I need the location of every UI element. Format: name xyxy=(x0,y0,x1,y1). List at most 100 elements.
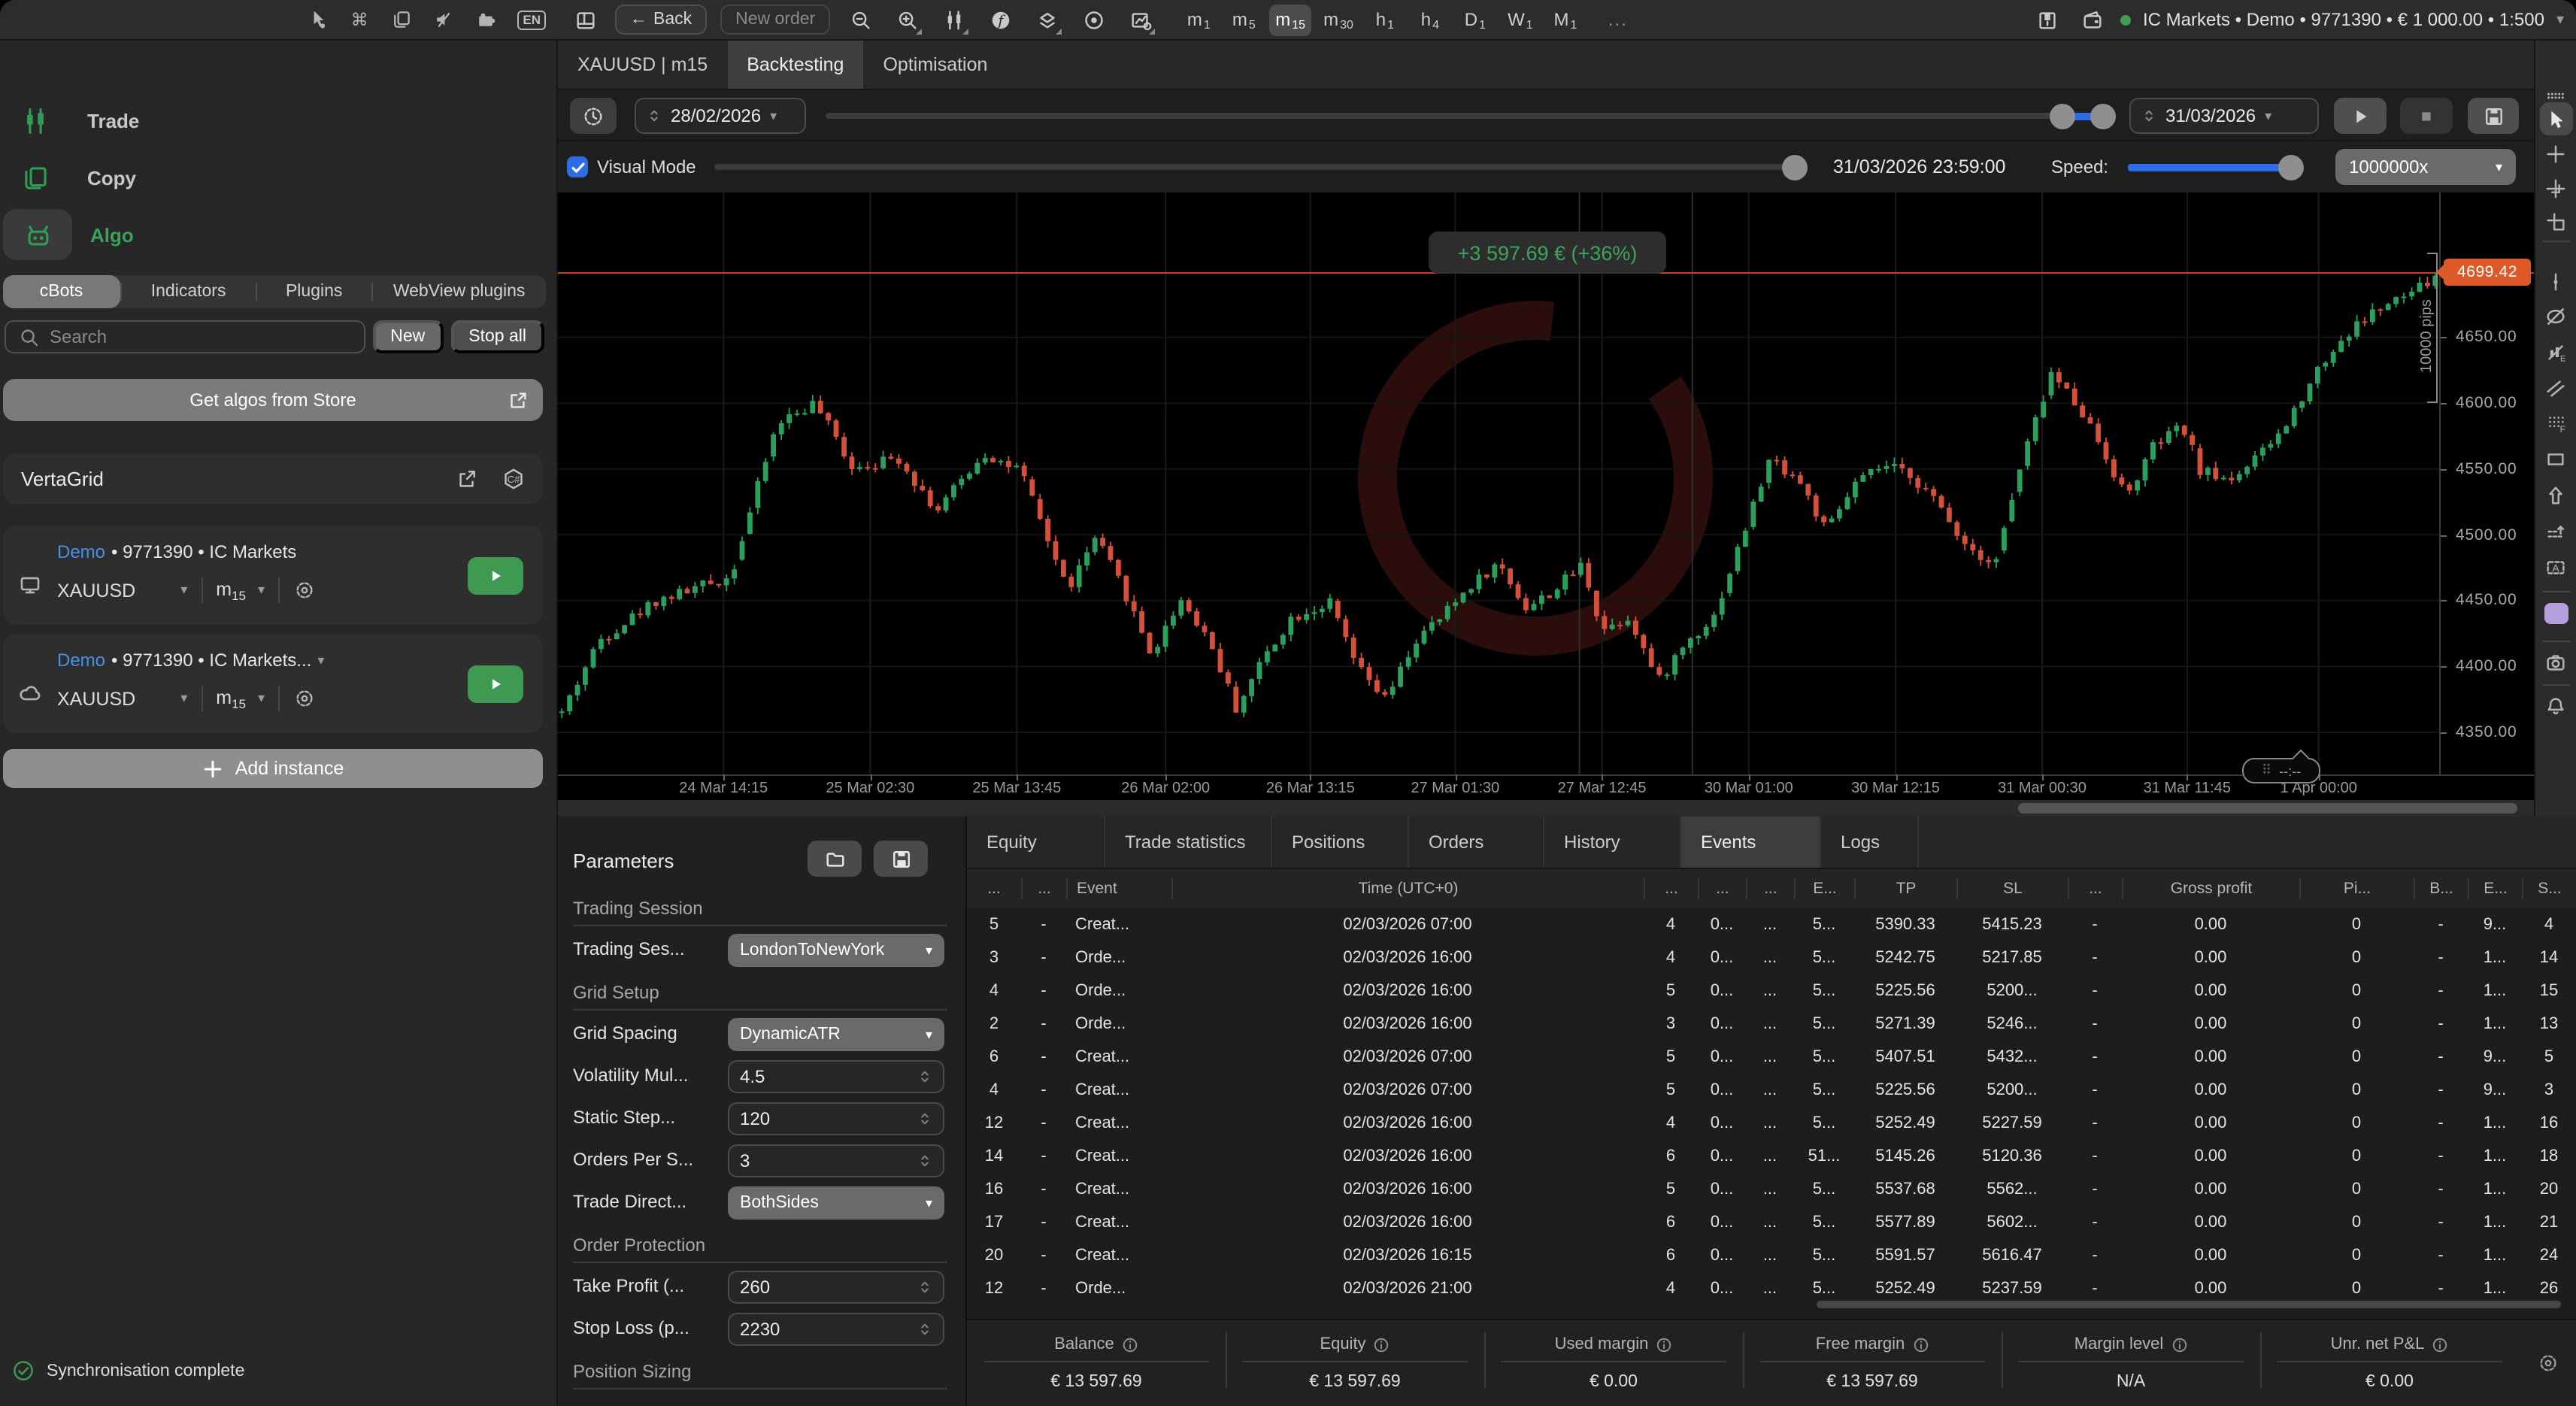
sidebar-item-algo[interactable]: Algo xyxy=(0,209,134,260)
column-header[interactable]: E... xyxy=(2468,878,2522,899)
load-parameters-button[interactable] xyxy=(808,841,862,877)
speed-slider-fill[interactable] xyxy=(2128,163,2298,171)
column-header[interactable]: Event xyxy=(1066,878,1171,899)
table-row[interactable]: 4-Orde...02/03/2026 16:0050......5...522… xyxy=(967,974,2576,1008)
param-input[interactable]: 4.5 xyxy=(728,1060,944,1093)
plugins-menu-button[interactable] xyxy=(475,9,496,30)
back-button[interactable]: ← Back xyxy=(615,5,707,35)
wallet-icon[interactable] xyxy=(2075,4,2108,35)
tab-orders[interactable]: Orders xyxy=(1409,817,1544,868)
instance-card[interactable]: Demo • 9771390 • IC Markets...▾XAUUSD▾m1… xyxy=(3,635,543,732)
chevron-down-icon[interactable]: ▾ xyxy=(317,652,324,668)
new-cbot-button[interactable]: New xyxy=(372,320,443,353)
language-badge[interactable]: EN xyxy=(517,10,546,29)
column-header[interactable]: ... xyxy=(2068,878,2122,899)
alerts-icon[interactable] xyxy=(2539,689,2572,722)
timeframe-m1[interactable]: m1 xyxy=(1179,4,1218,35)
playback-progress-track[interactable] xyxy=(714,164,1805,170)
info-icon[interactable] xyxy=(1374,1336,1390,1353)
chevron-down-icon[interactable]: ▾ xyxy=(258,582,265,598)
get-algos-store-button[interactable]: Get algos from Store xyxy=(3,379,543,421)
camera-icon[interactable] xyxy=(2539,645,2572,678)
table-row[interactable]: 4-Creat...02/03/2026 07:0050......5...52… xyxy=(967,1074,2576,1107)
range-start-handle[interactable] xyxy=(2050,104,2075,129)
column-header[interactable]: SL xyxy=(1956,878,2068,899)
watch-icon[interactable] xyxy=(1077,4,1110,35)
column-header[interactable]: ... xyxy=(1021,878,1066,899)
symbol-select[interactable]: XAUUSD xyxy=(57,580,135,601)
instance-account[interactable]: Demo • 9771390 • IC Markets...▾ xyxy=(57,650,528,671)
cbot-header[interactable]: VertaGrid C# xyxy=(3,454,543,504)
info-icon[interactable] xyxy=(2432,1336,2448,1353)
price-chart[interactable]: +3 597.69 € (+36%) 10000 pips 4699.42 46… xyxy=(558,192,2534,817)
param-select[interactable]: DynamicATR▾ xyxy=(728,1018,944,1051)
symbol-select[interactable]: XAUUSD xyxy=(57,688,135,709)
column-header[interactable]: S... xyxy=(2522,878,2576,899)
pointer-settings-menu-button[interactable] xyxy=(307,9,328,30)
timeframe-m30[interactable]: m30 xyxy=(1317,4,1359,35)
range-end-handle[interactable] xyxy=(2090,104,2116,129)
param-select[interactable]: LondonToNewYork▾ xyxy=(728,934,944,967)
zoom-in-icon[interactable] xyxy=(890,4,923,35)
channel-tool-icon[interactable] xyxy=(2539,371,2572,405)
mute-menu-button[interactable] xyxy=(433,9,454,30)
tab-events[interactable]: Events xyxy=(1681,817,1821,868)
stepper-updown-icon[interactable] xyxy=(647,105,662,126)
column-header[interactable]: ... xyxy=(1644,878,1698,899)
timeframe-M1[interactable]: M1 xyxy=(1546,4,1585,35)
add-instance-button[interactable]: Add instance xyxy=(3,749,543,788)
table-row[interactable]: 5-Creat...02/03/2026 07:0040......5...53… xyxy=(967,908,2576,941)
column-header[interactable]: ... xyxy=(1746,878,1794,899)
rectangle-tool-icon[interactable] xyxy=(2539,442,2572,475)
chevron-down-icon[interactable]: ▾ xyxy=(180,582,187,598)
zoom-out-icon[interactable] xyxy=(844,4,877,35)
account-chevron-icon[interactable]: ▾ xyxy=(2556,11,2564,28)
share-icon[interactable] xyxy=(456,468,478,490)
table-row[interactable]: 3-Orde...02/03/2026 16:0040......5...524… xyxy=(967,941,2576,974)
chart-scrollbar[interactable] xyxy=(558,800,2534,817)
param-input[interactable]: 260 xyxy=(728,1271,944,1304)
save-parameters-button[interactable] xyxy=(874,841,928,877)
instance-account[interactable]: Demo • 9771390 • IC Markets xyxy=(57,541,528,562)
timeframe-W1[interactable]: W1 xyxy=(1501,4,1540,35)
more-timeframes-button[interactable]: ... xyxy=(1599,4,1638,35)
chart-type-icon[interactable] xyxy=(937,4,970,35)
table-row[interactable]: 16-Creat...02/03/2026 16:0050......5...5… xyxy=(967,1173,2576,1206)
playback-progress-handle[interactable] xyxy=(1782,155,1808,180)
instance-card[interactable]: Demo • 9771390 • IC MarketsXAUUSD▾m15▾ xyxy=(3,526,543,624)
chart-settings-icon[interactable] xyxy=(1123,4,1156,35)
start-instance-button[interactable] xyxy=(468,665,523,702)
table-row[interactable]: 12-Creat...02/03/2026 16:0040......5...5… xyxy=(967,1107,2576,1140)
search-input[interactable]: Search xyxy=(5,320,365,353)
gear-icon[interactable] xyxy=(2536,1352,2559,1374)
chevron-down-icon[interactable]: ▾ xyxy=(258,690,265,707)
info-icon[interactable] xyxy=(2171,1336,2187,1353)
backtest-settings-button[interactable] xyxy=(570,98,617,134)
table-row[interactable]: 12-Orde...02/03/2026 21:0040......5...52… xyxy=(967,1272,2576,1296)
new-order-button[interactable]: New order xyxy=(720,5,830,35)
ellipse-tool-icon[interactable] xyxy=(2539,299,2572,332)
sidebar-item-copy[interactable]: Copy xyxy=(0,152,136,203)
column-header[interactable]: Pi... xyxy=(2299,878,2414,899)
chevron-down-icon[interactable]: ▾ xyxy=(180,690,187,707)
column-header[interactable]: E... xyxy=(1794,878,1854,899)
param-input[interactable]: 3 xyxy=(728,1144,944,1177)
indicators-icon[interactable]: f xyxy=(983,4,1017,35)
info-icon[interactable] xyxy=(1122,1336,1138,1353)
command-menu-button[interactable]: ⌘ xyxy=(349,9,370,30)
tab-history[interactable]: History xyxy=(1544,817,1681,868)
tab-logs[interactable]: Logs xyxy=(1821,817,1919,868)
fibonacci-tool-icon[interactable]: F xyxy=(2539,406,2572,439)
crosshair-box-icon[interactable] xyxy=(2539,205,2572,238)
speed-select[interactable]: 1000000x ▾ xyxy=(2335,149,2516,185)
timeframe-h1[interactable]: h1 xyxy=(1365,4,1405,35)
panel-layout-icon[interactable] xyxy=(568,4,602,35)
gear-icon[interactable] xyxy=(293,579,316,601)
chevron-down-icon[interactable]: ▾ xyxy=(2265,108,2271,124)
info-icon[interactable] xyxy=(1912,1336,1929,1353)
table-row[interactable]: 17-Creat...02/03/2026 16:0060......5...5… xyxy=(967,1206,2576,1239)
objects-icon[interactable] xyxy=(1030,4,1063,35)
annotation-tool-icon[interactable] xyxy=(2539,514,2572,547)
tab-backtesting[interactable]: Backtesting xyxy=(727,41,863,89)
trendline-tool-icon[interactable] xyxy=(2539,265,2572,298)
